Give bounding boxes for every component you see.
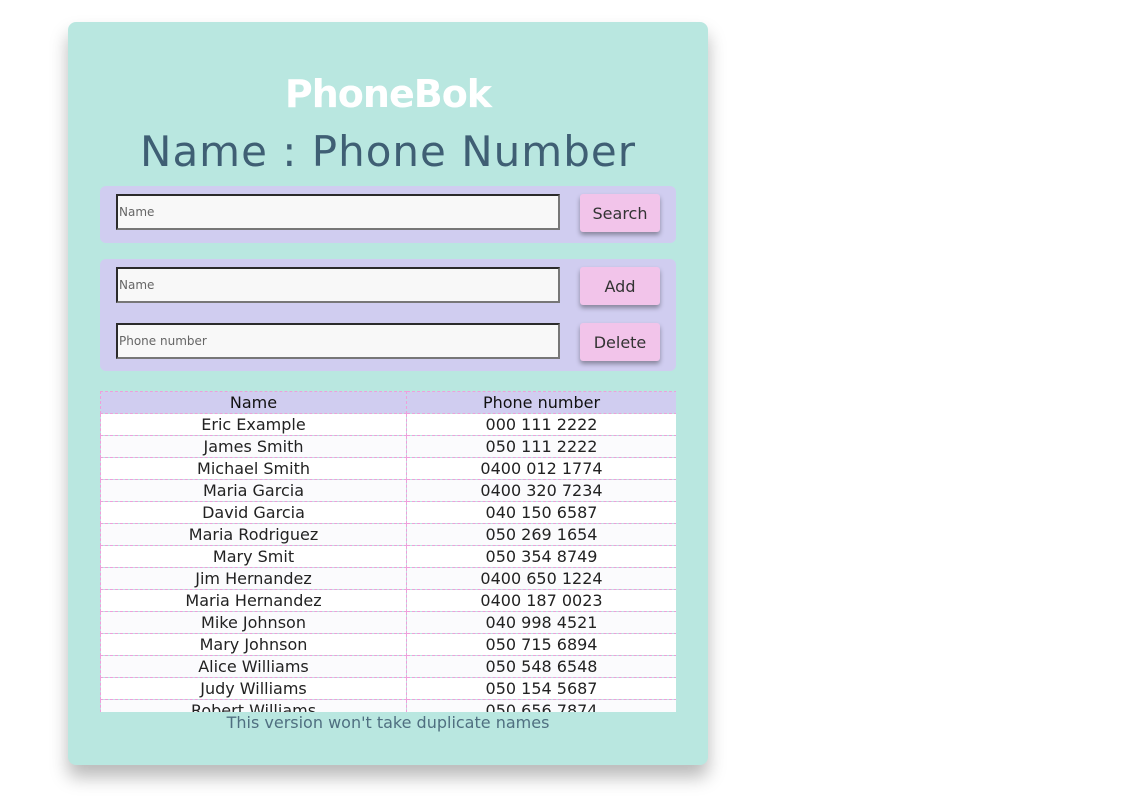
table-row[interactable]: Maria Hernandez 0400 187 0023 [100,589,676,612]
contact-phone-cell: 050 154 5687 [406,677,676,700]
contacts-table-scroll[interactable]: Name Phone number Eric Example 000 111 2… [100,391,676,712]
contact-name-cell: Mike Johnson [100,611,407,634]
phone-number-input[interactable] [116,323,560,359]
edit-panel: Add Delete [100,259,676,371]
contacts-table: Name Phone number Eric Example 000 111 2… [100,391,676,712]
contact-phone-cell: 050 715 6894 [406,633,676,656]
contact-phone-cell: 050 656 7874 [406,699,676,712]
contact-phone-cell: 0400 187 0023 [406,589,676,612]
contact-phone-cell: 050 548 6548 [406,655,676,678]
add-name-input[interactable] [116,267,560,303]
contact-name-cell: David Garcia [100,501,407,524]
search-name-input[interactable] [116,194,560,230]
table-row[interactable]: Mary Johnson 050 715 6894 [100,633,676,656]
table-row[interactable]: Mary Smit 050 354 8749 [100,545,676,568]
contact-name-cell: Judy Williams [100,677,407,700]
contact-name-cell: Maria Hernandez [100,589,407,612]
contact-phone-cell: 0400 012 1774 [406,457,676,480]
contact-name-cell: Maria Garcia [100,479,407,502]
contact-phone-cell: 050 354 8749 [406,545,676,568]
table-row[interactable]: Maria Garcia 0400 320 7234 [100,479,676,502]
column-header-phone: Phone number [406,391,676,414]
phonebook-card: PhoneBok Name : Phone Number Search Add … [68,22,708,765]
table-row[interactable]: Maria Rodriguez 050 269 1654 [100,523,676,546]
contact-name-cell: Robert Williams [100,699,407,712]
contact-name-cell: Mary Johnson [100,633,407,656]
table-row[interactable]: James Smith 050 111 2222 [100,435,676,458]
search-panel: Search [100,186,676,243]
table-header-row: Name Phone number [100,391,676,414]
table-row[interactable]: David Garcia 040 150 6587 [100,501,676,524]
contact-name-cell: James Smith [100,435,407,458]
contact-phone-cell: 050 269 1654 [406,523,676,546]
page-title: Name : Phone Number [140,127,636,176]
column-header-name: Name [100,391,407,414]
contact-name-cell: Alice Williams [100,655,407,678]
table-row[interactable]: Alice Williams 050 548 6548 [100,655,676,678]
contact-phone-cell: 040 998 4521 [406,611,676,634]
delete-button[interactable]: Delete [580,323,660,361]
contact-name-cell: Maria Rodriguez [100,523,407,546]
table-row[interactable]: Mike Johnson 040 998 4521 [100,611,676,634]
contact-name-cell: Jim Hernandez [100,567,407,590]
table-row[interactable]: Robert Williams 050 656 7874 [100,699,676,712]
table-row[interactable]: Jim Hernandez 0400 650 1224 [100,567,676,590]
table-row[interactable]: Eric Example 000 111 2222 [100,413,676,436]
duplicate-names-note: This version won't take duplicate names [226,713,550,732]
table-row[interactable]: Judy Williams 050 154 5687 [100,677,676,700]
add-button[interactable]: Add [580,267,660,305]
app-logo: PhoneBok [284,72,492,116]
table-row[interactable]: Michael Smith 0400 012 1774 [100,457,676,480]
contact-name-cell: Michael Smith [100,457,407,480]
contact-name-cell: Eric Example [100,413,407,436]
search-button[interactable]: Search [580,194,660,232]
contact-phone-cell: 040 150 6587 [406,501,676,524]
contact-name-cell: Mary Smit [100,545,407,568]
contact-phone-cell: 000 111 2222 [406,413,676,436]
contact-phone-cell: 0400 320 7234 [406,479,676,502]
contact-phone-cell: 050 111 2222 [406,435,676,458]
contact-phone-cell: 0400 650 1224 [406,567,676,590]
